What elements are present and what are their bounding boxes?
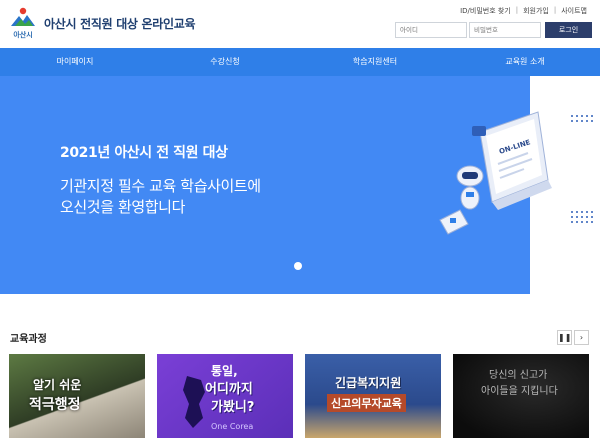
card-title-line1: 알기 쉬운 bbox=[33, 378, 82, 392]
card-title-line1: 당신의 신고가 bbox=[489, 370, 548, 381]
course-card-emergency-welfare[interactable]: 긴급복지지원 신고의무자교육 bbox=[305, 354, 441, 438]
hero-subtitle-line2: 오신것을 환영합니다 bbox=[60, 198, 185, 216]
login-button[interactable]: 로그인 bbox=[545, 22, 592, 38]
main-nav: 마이페이지 수강신청 학습지원센터 교육원 소개 bbox=[0, 48, 600, 76]
card-title-line3: 가봤니? bbox=[211, 400, 255, 415]
card-title-line2: 어디까지 bbox=[205, 382, 253, 397]
course-card-child-protection[interactable]: 당신의 신고가 아이들을 지킵니다 bbox=[453, 354, 589, 438]
card-tag: One Corea bbox=[211, 422, 254, 431]
nav-item-support[interactable]: 학습지원센터 bbox=[300, 48, 450, 76]
card-title-line2: 적극행정 bbox=[29, 397, 81, 413]
hero-subtitle-line1: 기관지정 필수 교육 학습사이트에 bbox=[60, 177, 261, 195]
courses-section-title: 교육과정 bbox=[10, 334, 47, 345]
slide-indicator-dot[interactable] bbox=[294, 262, 302, 270]
chevron-right-icon[interactable]: › bbox=[574, 330, 589, 345]
nav-item-enroll[interactable]: 수강신청 bbox=[150, 48, 300, 76]
password-input[interactable] bbox=[469, 22, 541, 38]
nav-item-about[interactable]: 교육원 소개 bbox=[450, 48, 600, 76]
nav-item-mypage[interactable]: 마이페이지 bbox=[0, 48, 150, 76]
card-title-line1: 긴급복지지원 bbox=[335, 376, 402, 390]
logo-text: 아산시 bbox=[13, 31, 33, 39]
site-header: 아산시 아산시 전직원 대상 온라인교육 ID/비밀번호 찾기 | 회원가입 |… bbox=[0, 0, 600, 48]
utility-links: ID/비밀번호 찾기 | 회원가입 | 사이트맵 bbox=[455, 6, 592, 16]
online-learning-illustration-icon: ON-LINE bbox=[439, 111, 593, 235]
course-card-proactive-admin[interactable]: 알기 쉬운 적극행정 bbox=[9, 354, 145, 438]
card-title-line2: 신고의무자교육 bbox=[327, 394, 406, 412]
hero-title: 2021년 아산시 전 직원 대상 bbox=[60, 145, 228, 161]
id-input[interactable] bbox=[395, 22, 467, 38]
card-title-line1: 통일, bbox=[211, 364, 238, 378]
site-title[interactable]: 아산시 전직원 대상 온라인교육 bbox=[44, 15, 196, 32]
login-form: 로그인 bbox=[395, 22, 592, 38]
course-card-unification[interactable]: 통일, 어디까지 가봤니? One Corea bbox=[157, 354, 293, 438]
signup-link[interactable]: 회원가입 bbox=[518, 6, 554, 16]
course-carousel: 알기 쉬운 적극행정 통일, 어디까지 가봤니? One Corea 긴급복지지… bbox=[9, 354, 599, 438]
pause-icon[interactable]: ❚❚ bbox=[557, 330, 572, 345]
card-title-line2: 아이들을 지킵니다 bbox=[481, 386, 558, 397]
find-account-link[interactable]: ID/비밀번호 찾기 bbox=[455, 6, 516, 16]
sitemap-link[interactable]: 사이트맵 bbox=[556, 6, 592, 16]
